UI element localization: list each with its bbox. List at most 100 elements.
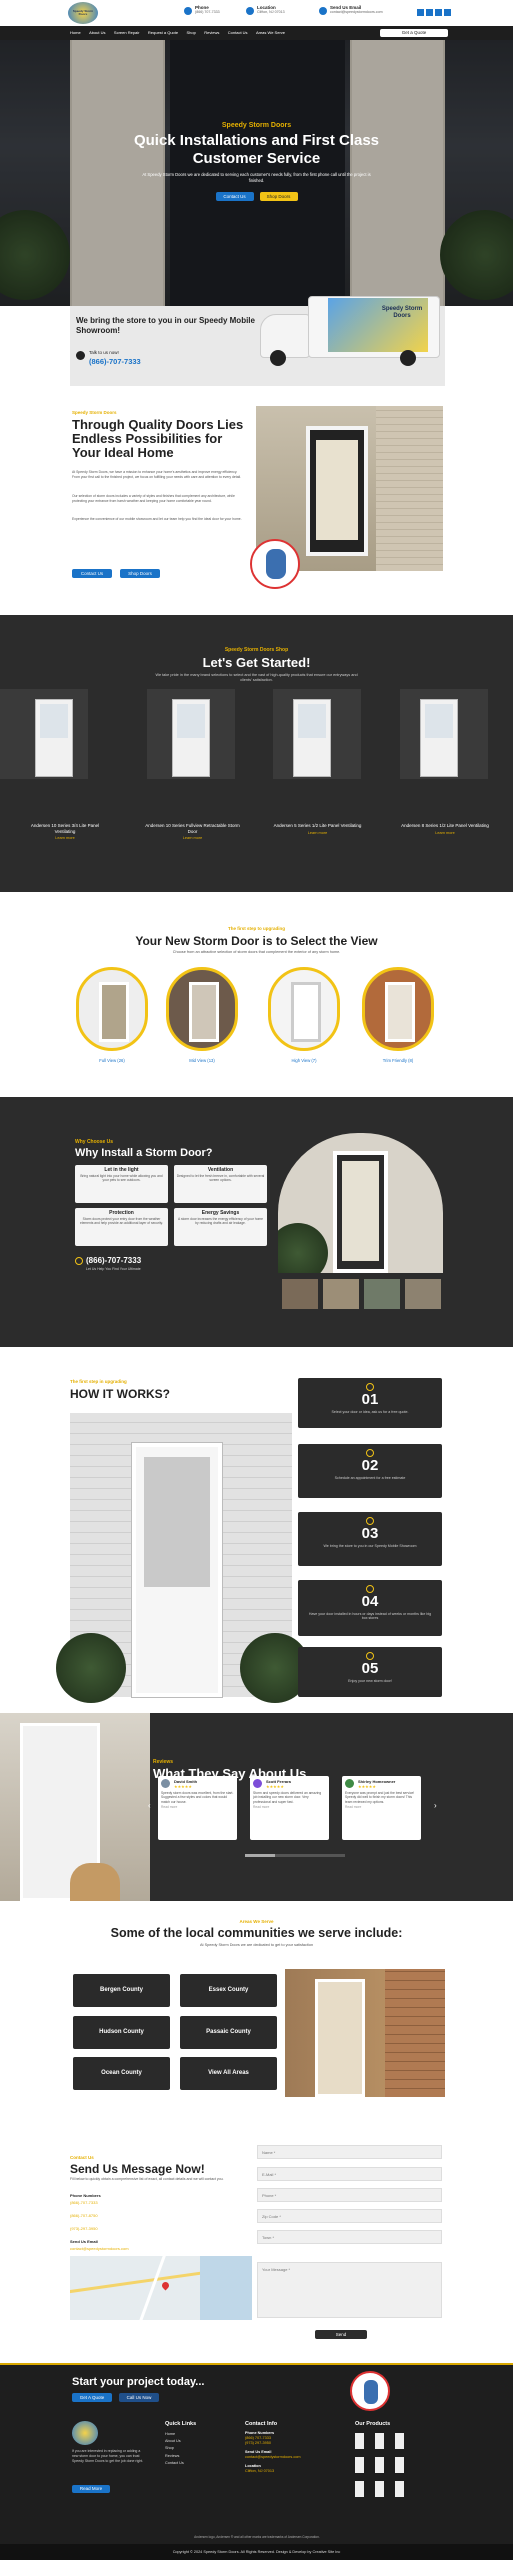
product-link[interactable]: Learn more bbox=[395, 831, 495, 835]
footer-email[interactable]: contact@speedystormdoors.com bbox=[245, 2455, 345, 2460]
why-card-title: Energy Savings bbox=[201, 1210, 240, 1216]
product-name[interactable]: Andersen 8 Series 1/2 Lite Panel Ventila… bbox=[395, 823, 495, 829]
nav-areas[interactable]: Areas We Serve bbox=[256, 26, 285, 40]
view-label[interactable]: High View (7) bbox=[268, 1058, 340, 1063]
footer-phone[interactable]: (973) 297-3950 bbox=[245, 2441, 345, 2446]
view-label[interactable]: Full View (26) bbox=[76, 1058, 148, 1063]
hero-section: Speedy Storm Doors Quick Installations a… bbox=[0, 40, 513, 306]
review-read-more[interactable]: Read more bbox=[253, 1805, 326, 1809]
cta-call-button[interactable]: Call Us Now bbox=[119, 2393, 159, 2402]
review-text: Everyone was prompt and just the best se… bbox=[345, 1791, 415, 1804]
why-phone[interactable]: (866)-707-7333 bbox=[86, 1256, 141, 1265]
review-read-more[interactable]: Read more bbox=[161, 1805, 234, 1809]
product-image bbox=[172, 699, 210, 777]
product-link[interactable]: Learn more bbox=[270, 831, 365, 835]
nav-quote[interactable]: Request a Quote bbox=[148, 26, 178, 40]
footer-product-thumb[interactable] bbox=[375, 2433, 384, 2449]
footer-link-about[interactable]: About Us bbox=[165, 2438, 184, 2445]
phone-field[interactable]: Phone * bbox=[257, 2188, 442, 2202]
instagram-icon[interactable] bbox=[435, 9, 442, 16]
communities-section: Areas We Serve Some of the local communi… bbox=[0, 1901, 513, 2131]
twitter-icon[interactable] bbox=[426, 9, 433, 16]
quality-title: Through Quality Doors Lies Endless Possi… bbox=[72, 417, 244, 460]
product-name[interactable]: Andersen 5 Series 1/2 Lite Panel Ventila… bbox=[270, 823, 365, 829]
footer-product-thumb[interactable] bbox=[375, 2481, 384, 2497]
contact-email[interactable]: contact@speedystormdoors.com bbox=[70, 2246, 129, 2251]
footer-link-shop[interactable]: Shop bbox=[165, 2445, 184, 2452]
reviews-next-arrow[interactable]: › bbox=[434, 1801, 437, 1810]
footer-product-thumb[interactable] bbox=[395, 2433, 404, 2449]
nav-shop[interactable]: Shop bbox=[187, 26, 196, 40]
email-field[interactable]: E-Mail * bbox=[257, 2167, 442, 2181]
quality-shop-button[interactable]: Shop Doors bbox=[120, 569, 160, 578]
footer-product-thumb[interactable] bbox=[395, 2457, 404, 2473]
cta-banner: Start your project today... Get A Quote C… bbox=[0, 2363, 513, 2411]
footer-product-thumb[interactable] bbox=[355, 2433, 364, 2449]
nav-about[interactable]: About Us bbox=[89, 26, 105, 40]
footer-link-home[interactable]: Home bbox=[165, 2431, 184, 2438]
thumbnail[interactable] bbox=[323, 1279, 359, 1309]
community-passaic[interactable]: Passaic County bbox=[180, 2016, 277, 2049]
footer-logo[interactable] bbox=[72, 2421, 98, 2445]
product-card[interactable] bbox=[147, 689, 235, 779]
community-hudson[interactable]: Hudson County bbox=[73, 2016, 170, 2049]
showroom-phone[interactable]: (866)-707-7333 bbox=[89, 357, 141, 366]
zip-field[interactable]: Zip Code * bbox=[257, 2209, 442, 2223]
footer-product-thumb[interactable] bbox=[355, 2457, 364, 2473]
community-view-all[interactable]: View All Areas bbox=[180, 2057, 277, 2090]
hero-contact-button[interactable]: Contact Us bbox=[215, 192, 254, 201]
get-quote-button[interactable]: Get a Quote bbox=[380, 29, 448, 37]
hero-shop-button[interactable]: Shop Doors bbox=[259, 192, 298, 201]
footer-about: If you are interested in replacing or ad… bbox=[72, 2449, 144, 2463]
thumbnail[interactable] bbox=[282, 1279, 318, 1309]
view-option-mid[interactable] bbox=[166, 967, 238, 1051]
reviews-pagination[interactable] bbox=[245, 1854, 345, 1857]
product-link[interactable]: Learn more bbox=[20, 836, 110, 840]
send-button[interactable]: Send bbox=[315, 2330, 367, 2339]
contact-phone[interactable]: (866)-707-7333 bbox=[70, 2200, 98, 2205]
name-field[interactable]: Name * bbox=[257, 2145, 442, 2159]
product-card[interactable] bbox=[0, 689, 88, 779]
community-bergen[interactable]: Bergen County bbox=[73, 1974, 170, 2007]
view-label[interactable]: Trim Friendly (8) bbox=[362, 1058, 434, 1063]
nav-contact[interactable]: Contact Us bbox=[228, 26, 248, 40]
footer-link-contact[interactable]: Contact Us bbox=[165, 2460, 184, 2467]
logo[interactable]: Speedy Storm Doors bbox=[68, 2, 98, 24]
footer-product-thumb[interactable] bbox=[355, 2481, 364, 2497]
product-link[interactable]: Learn more bbox=[145, 836, 240, 840]
shop-eyebrow: Speedy Storm Doors Shop bbox=[224, 647, 289, 653]
footer-link-reviews[interactable]: Reviews bbox=[165, 2453, 184, 2460]
town-field[interactable]: Town * bbox=[257, 2230, 442, 2244]
thumbnail[interactable] bbox=[405, 1279, 441, 1309]
shop-subtitle: We take pride in the many brand selectio… bbox=[155, 673, 358, 682]
footer-product-thumb[interactable] bbox=[395, 2481, 404, 2497]
view-option-full[interactable] bbox=[76, 967, 148, 1051]
nav-reviews[interactable]: Reviews bbox=[204, 26, 219, 40]
contact-phone[interactable]: (866)-707-8750 bbox=[70, 2213, 98, 2218]
cta-quote-button[interactable]: Get A Quote bbox=[72, 2393, 112, 2402]
view-option-high[interactable] bbox=[268, 967, 340, 1051]
contact-phone[interactable]: (973)-297-3950 bbox=[70, 2226, 98, 2231]
review-read-more[interactable]: Read more bbox=[345, 1805, 418, 1809]
message-field[interactable]: Your Message * bbox=[257, 2262, 442, 2318]
thumbnail[interactable] bbox=[364, 1279, 400, 1309]
product-name[interactable]: Andersen 10 Series 3/4 Lite Panel Ventil… bbox=[20, 823, 110, 834]
reviews-prev-arrow[interactable]: ‹ bbox=[148, 1801, 151, 1810]
product-card[interactable] bbox=[400, 689, 488, 779]
nav-screen-repair[interactable]: Screen Repair bbox=[114, 26, 140, 40]
community-essex[interactable]: Essex County bbox=[180, 1974, 277, 2007]
quality-contact-button[interactable]: Contact Us bbox=[72, 569, 112, 578]
view-label[interactable]: Mid View (13) bbox=[166, 1058, 238, 1063]
nav-home[interactable]: Home bbox=[70, 26, 81, 40]
footer-product-thumb[interactable] bbox=[375, 2457, 384, 2473]
community-ocean[interactable]: Ocean County bbox=[73, 2057, 170, 2090]
contact-map[interactable] bbox=[70, 2256, 252, 2320]
truck-logo: Speedy Storm Doors bbox=[381, 306, 423, 319]
view-option-trim[interactable] bbox=[362, 967, 434, 1051]
facebook-icon[interactable] bbox=[417, 9, 424, 16]
footer-read-more-button[interactable]: Read More bbox=[72, 2485, 110, 2493]
youtube-icon[interactable] bbox=[444, 9, 451, 16]
product-card[interactable] bbox=[273, 689, 361, 779]
review-stars: ★★★★★ bbox=[358, 1784, 376, 1789]
product-name[interactable]: Andersen 10 Series Fullview Retractable … bbox=[145, 823, 240, 834]
